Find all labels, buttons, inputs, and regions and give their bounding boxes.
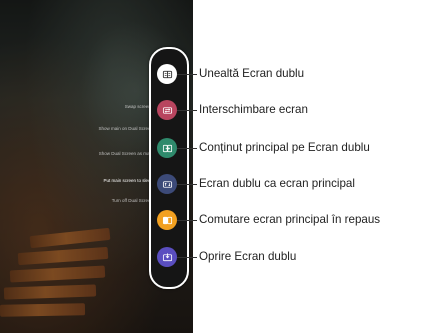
callout-dual-screen-off: Oprire Ecran dublu [199,250,297,263]
swap-screens-button[interactable] [157,100,177,120]
callout-line [177,110,197,111]
main-screen-sleep-icon [162,216,172,224]
main-content-icon [162,144,172,152]
dual-screen-off-icon [162,252,172,261]
callout-dual-screen-tool: Unealtă Ecran dublu [199,67,305,80]
main-screen-sleep-button[interactable] [157,210,177,230]
dual-screen-off-button[interactable] [157,247,177,267]
callout-line [177,148,197,149]
callout-line [177,184,197,185]
menu-item-show-dual-as-main[interactable]: Show Dual Screen as main [99,151,153,156]
dual-as-main-icon [162,180,172,188]
menu-item-turn-off[interactable]: Turn off Dual Screen [112,198,153,203]
main-content-on-dual-button[interactable] [157,138,177,158]
callout-main-screen-sleep: Comutare ecran principal în repaus [199,213,381,226]
dual-screen-tool-icon [162,70,172,78]
dual-as-main-button[interactable] [157,174,177,194]
diagram-canvas: Swap screens Show main on Dual Screen Sh… [0,0,422,333]
callout-line [177,257,197,258]
callout-dual-as-main: Ecran dublu ca ecran principal [199,177,355,190]
callout-swap-screens: Interschimbare ecran [199,103,308,116]
menu-item-main-sleep[interactable]: Put main screen to sleep [103,178,153,183]
menu-item-show-main[interactable]: Show main on Dual Screen [98,126,153,131]
dual-screen-tool-button[interactable] [157,64,177,84]
callout-line [177,74,197,75]
swap-screens-icon [162,106,172,114]
callout-main-content-on-dual: Conținut principal pe Ecran dublu [199,141,370,154]
callout-line [177,220,197,221]
